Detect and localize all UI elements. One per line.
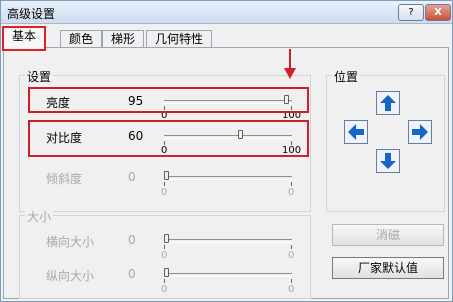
help-button[interactable]: ? [398, 4, 424, 21]
vertical-size-value: 0 [128, 267, 136, 281]
help-icon: ? [408, 7, 414, 18]
horizontal-size-label: 横向大小 [46, 235, 95, 249]
vertical-size-slider-track[interactable] [164, 273, 292, 277]
position-up-button[interactable] [376, 91, 400, 115]
tilt-tick-min [164, 182, 165, 186]
tilt-min-label: 0 [161, 187, 168, 198]
close-icon: X [434, 7, 442, 18]
tilt-slider-thumb[interactable] [164, 171, 169, 180]
annotation-box-brightness [28, 87, 309, 113]
vertical-size-label: 纵向大小 [46, 269, 95, 283]
vertical-size-tick-min [164, 279, 165, 283]
horizontal-size-slider-track[interactable] [164, 239, 292, 243]
tab-color[interactable]: 颜色 [60, 30, 103, 48]
horizontal-size-min-label: 0 [161, 250, 168, 261]
size-group-title: 大小 [25, 208, 54, 225]
vertical-size-min-label: 0 [161, 284, 168, 295]
tab-geometry[interactable]: 几何特性 [146, 30, 213, 48]
settings-group-title: 设置 [25, 68, 54, 85]
horizontal-size-tick-max [291, 245, 292, 249]
tab-basic[interactable]: 基本 [2, 26, 47, 51]
horizontal-size-value: 0 [128, 233, 136, 247]
vertical-size-max-label: 0 [288, 284, 295, 295]
annotation-arrow-icon [284, 49, 296, 79]
advanced-settings-window: 高级设置 ? X 基本 颜色 梯形 几何特性 设置 亮度 95 0 100 对比… [0, 0, 453, 302]
tilt-tick-max [291, 182, 292, 186]
annotation-box-contrast [28, 120, 309, 157]
tilt-max-label: 0 [288, 187, 295, 198]
arrow-up-icon [380, 95, 396, 111]
vertical-size-slider-thumb[interactable] [164, 268, 169, 277]
tilt-slider-track[interactable] [164, 176, 292, 180]
title-bar: 高级设置 ? X [1, 1, 452, 24]
arrow-right-icon [412, 124, 428, 140]
horizontal-size-tick-min [164, 245, 165, 249]
factory-default-button[interactable]: 厂家默认值 [332, 257, 444, 279]
tab-panel-basic: 设置 亮度 95 0 100 对比度 60 0 100 倾斜度 0 0 0 大小… [3, 47, 449, 299]
tilt-value: 0 [128, 170, 136, 184]
position-right-button[interactable] [408, 120, 432, 144]
arrow-left-icon [348, 124, 364, 140]
tab-keystone[interactable]: 梯形 [102, 30, 145, 48]
horizontal-size-slider-thumb[interactable] [164, 234, 169, 243]
position-group-title: 位置 [332, 68, 361, 85]
arrow-down-icon [380, 153, 396, 169]
vertical-size-tick-max [291, 279, 292, 283]
window-title: 高级设置 [7, 7, 56, 21]
position-left-button[interactable] [344, 120, 368, 144]
horizontal-size-max-label: 0 [288, 250, 295, 261]
tilt-label: 倾斜度 [46, 172, 83, 186]
degauss-button[interactable]: 消磁 [332, 224, 444, 246]
close-button[interactable]: X [425, 4, 451, 21]
position-down-button[interactable] [376, 149, 400, 173]
tab-strip: 基本 颜色 梯形 几何特性 [1, 23, 452, 51]
